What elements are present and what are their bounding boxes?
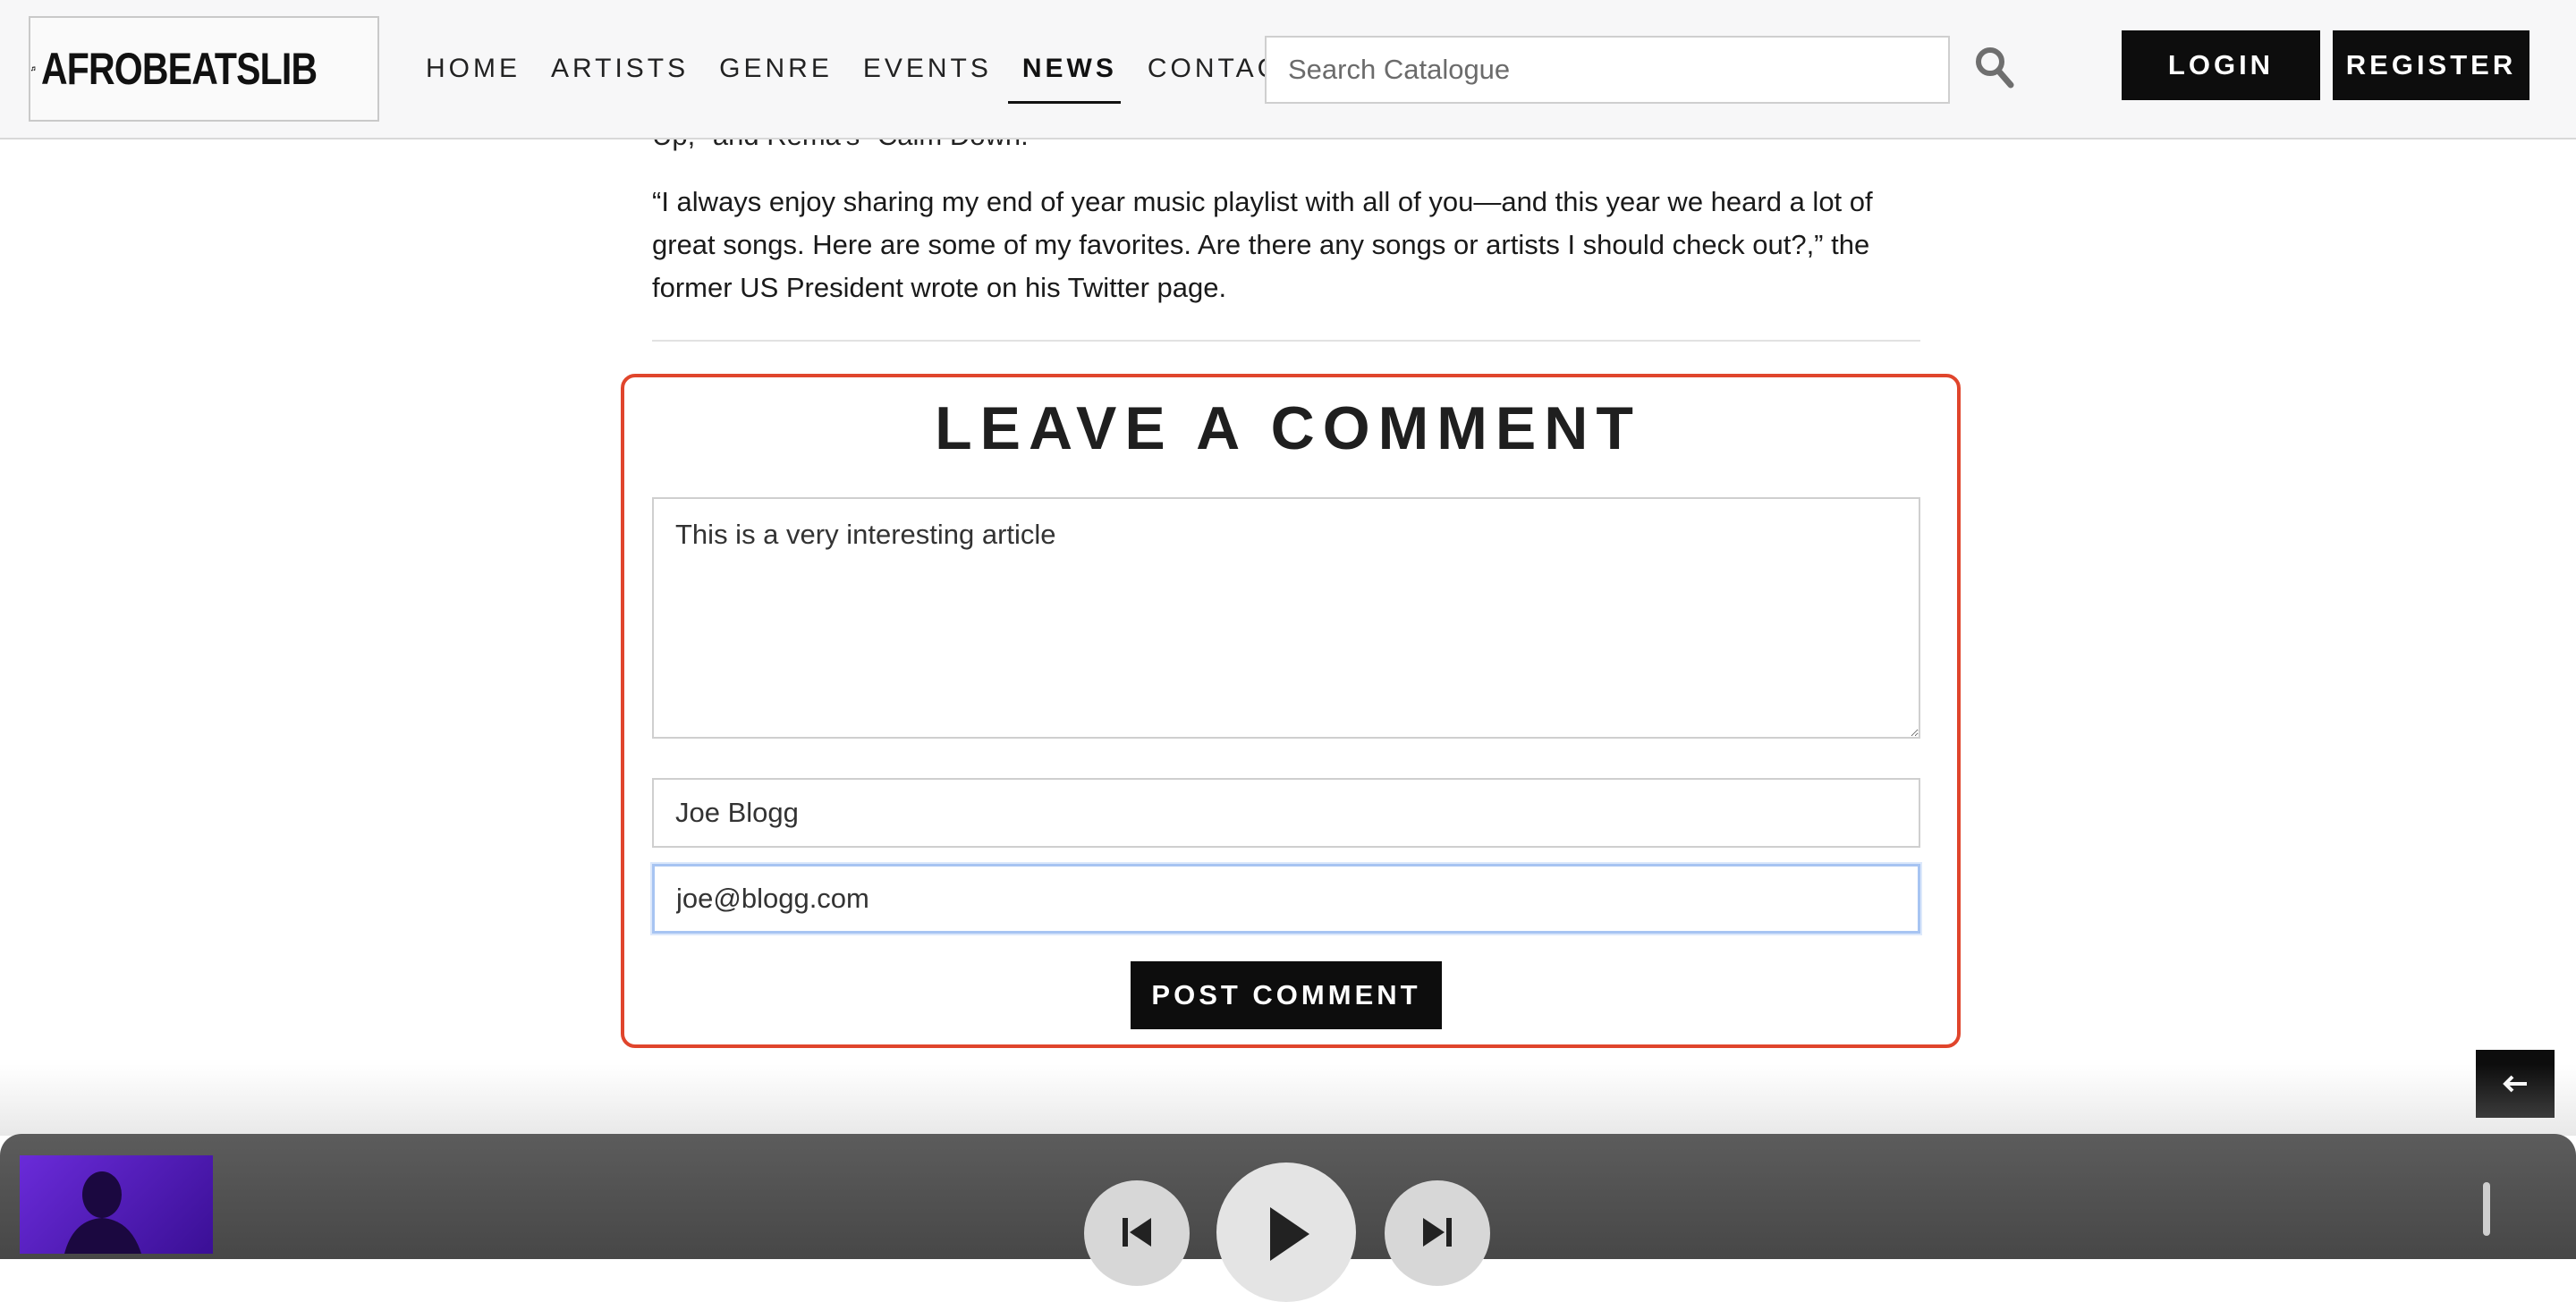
article-quote: “I always enjoy sharing my end of year m… <box>652 186 1873 303</box>
search-icon[interactable] <box>1973 45 2014 89</box>
search-input[interactable] <box>1265 36 1950 104</box>
skip-forward-icon <box>1423 1218 1452 1247</box>
music-note-icon <box>30 66 36 72</box>
nav-news[interactable]: NEWS <box>1007 0 1121 138</box>
nav-artists[interactable]: ARTISTS <box>551 0 689 138</box>
player-shadow <box>0 1064 2576 1136</box>
nav-events[interactable]: EVENTS <box>863 0 992 138</box>
name-field[interactable] <box>652 778 1920 848</box>
nav-genre[interactable]: GENRE <box>719 0 833 138</box>
email-field[interactable] <box>652 864 1920 934</box>
comment-textarea[interactable]: This is a very interesting article <box>652 497 1920 739</box>
login-button[interactable]: LOGIN <box>2122 30 2320 100</box>
album-art[interactable] <box>20 1155 213 1254</box>
logo-text: AFROBEATSLIB <box>41 44 318 94</box>
nav-home[interactable]: HOME <box>426 0 521 138</box>
site-header: AFROBEATSLIB HOME ARTISTS GENRE EVENTS N… <box>0 0 2576 140</box>
post-comment-button[interactable]: POST COMMENT <box>1131 961 1442 1029</box>
skip-back-icon <box>1123 1218 1151 1247</box>
site-logo[interactable]: AFROBEATSLIB <box>29 16 379 122</box>
volume-slider[interactable] <box>2483 1182 2490 1236</box>
previous-track-button[interactable] <box>1084 1180 1190 1286</box>
play-icon <box>1270 1207 1309 1261</box>
main-nav: HOME ARTISTS GENRE EVENTS NEWS CONTACT <box>426 0 1331 138</box>
next-track-button[interactable] <box>1385 1180 1490 1286</box>
article-divider <box>652 340 1920 342</box>
comment-form-title: LEAVE A COMMENT <box>935 394 1641 462</box>
register-button[interactable]: REGISTER <box>2333 30 2529 100</box>
play-button[interactable] <box>1216 1162 1356 1302</box>
